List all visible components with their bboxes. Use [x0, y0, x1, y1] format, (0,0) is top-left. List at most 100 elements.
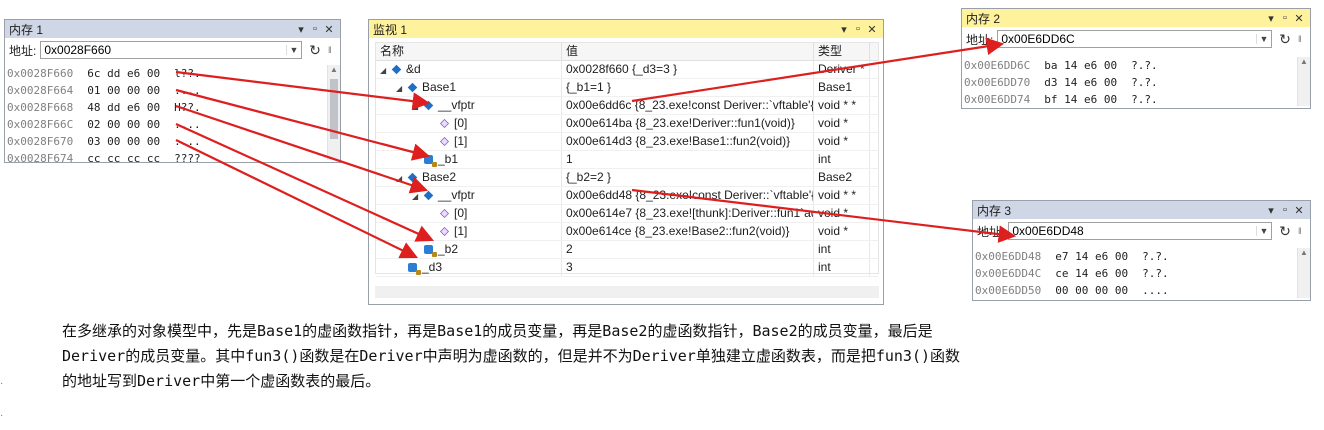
watch-value: {_b2=2 } [562, 169, 814, 186]
chevron-down-icon[interactable]: ▼ [286, 45, 301, 55]
watch-1-titlebar[interactable]: 监视 1 ▾ ▫ ✕ [369, 20, 883, 38]
scroll-up-icon[interactable]: ▲ [1298, 57, 1310, 69]
watch-row[interactable]: _b1 1 int [376, 151, 878, 169]
memory-2-scrollbar[interactable]: ▲ [1297, 57, 1310, 106]
expand-toggle-icon[interactable]: ◢ [396, 170, 408, 186]
watch-name-cell: ◢ &d [376, 61, 562, 78]
watch-value: 0x0028f660 {_d3=3 } [562, 61, 814, 78]
pin-icon[interactable]: ▾ [1264, 12, 1278, 25]
memory-hex: 03 00 00 00 [87, 135, 161, 148]
watch-row[interactable]: ◢ Base1 {_b1=1 } Base1 [376, 79, 878, 97]
memory-address: 0x00E6DD48 [975, 250, 1042, 263]
memory-1-scrollbar[interactable]: ▲ [327, 65, 340, 160]
watch-row[interactable]: [0] 0x00e614ba {8_23.exe!Deriver::fun1(vo… [376, 115, 878, 133]
close-icon[interactable]: ✕ [1292, 12, 1306, 25]
memory-row[interactable]: 0x0028F66C 02 00 00 00.... [5, 116, 326, 133]
watch-row[interactable]: [1] 0x00e614d3 {8_23.exe!Base1::fun2(void… [376, 133, 878, 151]
memory-window-3: 内存 3 ▾ ▫ ✕ 地址: ▼ ↻ ‖ 0x00E6DD48 e7 14 e6 … [972, 200, 1311, 301]
column-settings-icon[interactable]: ‖ [328, 45, 336, 55]
watch-name-cell: [1] [376, 223, 562, 240]
watch-name-cell: ◢ __vfptr [376, 187, 562, 204]
watch-row[interactable]: [0] 0x00e614e7 {8_23.exe![thunk]:Deriver:… [376, 205, 878, 223]
memory-address: 0x0028F670 [7, 135, 74, 148]
column-settings-icon[interactable]: ‖ [1298, 34, 1306, 44]
pin-icon[interactable]: ▾ [1264, 204, 1278, 217]
memory-row[interactable]: 0x0028F674 cc cc cc cc???? [5, 150, 326, 167]
gutter-marks: · [0, 410, 4, 421]
memory-row[interactable]: 0x0028F670 03 00 00 00.... [5, 133, 326, 150]
column-value[interactable]: 值 [562, 43, 814, 60]
memory-3-scrollbar[interactable]: ▲ [1297, 248, 1310, 298]
watch-name: Base1 [422, 80, 457, 94]
memory-row[interactable]: 0x0028F660 6c dd e6 00 l??. [5, 65, 326, 82]
watch-row[interactable]: ◢ __vfptr 0x00e6dd6c {8_23.exe!const Deriv… [376, 97, 878, 115]
pin-icon[interactable]: ▾ [837, 23, 851, 36]
memory-chars: ?.?. [1131, 93, 1158, 106]
watch-value: 0x00e614ba {8_23.exe!Deriver::fun1(void)… [562, 115, 814, 132]
maximize-icon[interactable]: ▫ [308, 23, 322, 35]
watch-grid: 名称 值 类型 ◢ &d 0x0028f660 {_d3=3 } Deriver * ◢… [375, 42, 879, 277]
memory-row[interactable]: 0x00E6DD6C ba 14 e6 00?.?. [962, 57, 1296, 74]
watch-name: [1] [454, 224, 468, 238]
memory-hex: cc cc cc cc [87, 152, 161, 165]
refresh-icon[interactable]: ↻ [1276, 31, 1294, 48]
memory-row[interactable]: 0x00E6DD70 d3 14 e6 00?.?. [962, 74, 1296, 91]
memory-address: 0x00E6DD70 [964, 76, 1031, 89]
column-type[interactable]: 类型 [814, 43, 870, 60]
address-combo[interactable]: ▼ [40, 41, 302, 59]
watch-horizontal-scrollbar[interactable] [375, 286, 879, 298]
refresh-icon[interactable]: ↻ [1276, 223, 1294, 240]
close-icon[interactable]: ✕ [865, 23, 879, 36]
gutter-marks: · [0, 378, 4, 389]
scroll-thumb[interactable] [330, 79, 338, 139]
address-input[interactable] [1009, 224, 1256, 238]
maximize-icon[interactable]: ▫ [851, 23, 865, 35]
pin-icon[interactable]: ▾ [294, 23, 308, 36]
expand-toggle-icon[interactable]: ◢ [412, 188, 424, 204]
watch-value: 0x00e614d3 {8_23.exe!Base1::fun2(void)} [562, 133, 814, 150]
expand-toggle-icon[interactable]: ◢ [412, 98, 424, 114]
chevron-down-icon[interactable]: ▼ [1256, 34, 1271, 44]
watch-row[interactable]: ◢ Base2 {_b2=2 } Base2 [376, 169, 878, 187]
memory-chars: l??. [174, 67, 201, 80]
memory-row[interactable]: 0x0028F664 01 00 00 00.... [5, 82, 326, 99]
watch-row[interactable]: ◢ &d 0x0028f660 {_d3=3 } Deriver * [376, 61, 878, 79]
expand-toggle-icon[interactable]: ◢ [380, 62, 392, 78]
memory-3-titlebar[interactable]: 内存 3 ▾ ▫ ✕ [973, 201, 1310, 219]
address-input[interactable] [41, 43, 286, 57]
watch-row[interactable]: _d3 3 int [376, 259, 878, 277]
column-name[interactable]: 名称 [376, 43, 562, 60]
watch-name-cell: _b1 [376, 151, 562, 168]
memory-row[interactable]: 0x00E6DD48 e7 14 e6 00?.?. [973, 248, 1296, 265]
close-icon[interactable]: ✕ [1292, 204, 1306, 217]
address-input[interactable] [998, 32, 1256, 46]
memory-address: 0x0028F674 [7, 152, 74, 165]
watch-name: [0] [454, 116, 468, 130]
memory-chars: ?.?. [1142, 267, 1169, 280]
watch-name-cell: ◢ Base1 [376, 79, 562, 96]
address-combo[interactable]: ▼ [997, 30, 1272, 48]
address-label: 地址: [9, 43, 37, 58]
close-icon[interactable]: ✕ [322, 23, 336, 36]
column-settings-icon[interactable]: ‖ [1298, 226, 1306, 236]
memory-2-titlebar[interactable]: 内存 2 ▾ ▫ ✕ [962, 9, 1310, 27]
memory-row[interactable]: 0x00E6DD50 00 00 00 00.... [973, 282, 1296, 299]
memory-row[interactable]: 0x00E6DD4C ce 14 e6 00?.?. [973, 265, 1296, 282]
scroll-up-icon[interactable]: ▲ [1298, 248, 1310, 260]
address-combo[interactable]: ▼ [1008, 222, 1272, 240]
scroll-up-icon[interactable]: ▲ [328, 65, 340, 77]
chevron-down-icon[interactable]: ▼ [1256, 226, 1271, 236]
watch-row[interactable]: ◢ __vfptr 0x00e6dd48 {8_23.exe!const Deriv… [376, 187, 878, 205]
memory-row[interactable]: 0x00E6DD74 bf 14 e6 00?.?. [962, 91, 1296, 108]
maximize-icon[interactable]: ▫ [1278, 12, 1292, 24]
memory-1-titlebar[interactable]: 内存 1 ▾ ▫ ✕ [5, 20, 340, 38]
watch-row[interactable]: _b2 2 int [376, 241, 878, 259]
refresh-icon[interactable]: ↻ [306, 42, 324, 59]
watch-row[interactable]: [1] 0x00e614ce {8_23.exe!Base2::fun2(void… [376, 223, 878, 241]
memory-1-title: 内存 1 [9, 22, 44, 37]
watch-name: _b2 [438, 242, 459, 256]
watch-type: Base1 [814, 79, 870, 96]
maximize-icon[interactable]: ▫ [1278, 204, 1292, 216]
memory-row[interactable]: 0x0028F668 48 dd e6 00 H??. [5, 99, 326, 116]
expand-toggle-icon[interactable]: ◢ [396, 80, 408, 96]
